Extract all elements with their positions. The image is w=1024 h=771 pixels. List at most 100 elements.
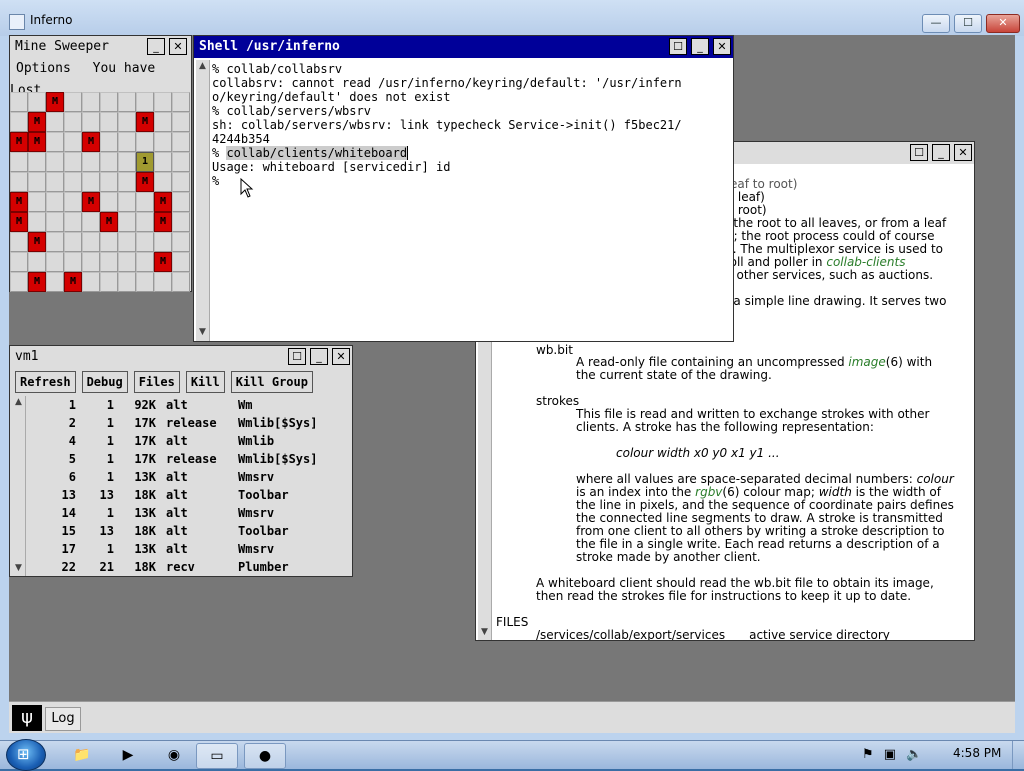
- mine-cell[interactable]: M: [10, 212, 28, 232]
- empty-cell[interactable]: [82, 272, 100, 292]
- table-row[interactable]: 14 1 13K alt Wmsrv: [40, 504, 358, 522]
- empty-cell[interactable]: [136, 232, 154, 252]
- empty-cell[interactable]: [154, 272, 172, 292]
- mine-cell[interactable]: M: [10, 192, 28, 212]
- mine-cell[interactable]: M: [28, 232, 46, 252]
- empty-cell[interactable]: [172, 212, 190, 232]
- empty-cell[interactable]: [82, 252, 100, 272]
- empty-cell[interactable]: [82, 232, 100, 252]
- close-icon[interactable]: ✕: [713, 38, 731, 55]
- empty-cell[interactable]: [154, 172, 172, 192]
- kill-group-button[interactable]: Kill Group: [230, 371, 313, 393]
- empty-cell[interactable]: [136, 212, 154, 232]
- empty-cell[interactable]: [154, 152, 172, 172]
- empty-cell[interactable]: [172, 172, 190, 192]
- empty-cell[interactable]: [82, 152, 100, 172]
- minimize-icon[interactable]: _: [691, 38, 709, 55]
- volume-icon[interactable]: 🔈: [906, 747, 922, 762]
- empty-cell[interactable]: [64, 192, 82, 212]
- explorer-taskbar-icon[interactable]: 📁: [62, 743, 102, 767]
- number-cell[interactable]: 1: [136, 152, 154, 172]
- empty-cell[interactable]: [172, 272, 190, 292]
- empty-cell[interactable]: [82, 212, 100, 232]
- minimize-icon[interactable]: _: [932, 144, 950, 161]
- maximize-icon[interactable]: ☐: [910, 144, 928, 161]
- empty-cell[interactable]: [136, 192, 154, 212]
- options-menu[interactable]: Options: [16, 61, 71, 76]
- table-row[interactable]: 5 1 17K release Wmlib[$Sys]: [40, 450, 358, 468]
- maximize-icon[interactable]: ☐: [288, 348, 306, 365]
- firefox-taskbar-icon[interactable]: ●: [244, 743, 286, 769]
- empty-cell[interactable]: [28, 192, 46, 212]
- table-row[interactable]: 1 1 92K alt Wm: [40, 396, 358, 414]
- empty-cell[interactable]: [154, 232, 172, 252]
- empty-cell[interactable]: [64, 112, 82, 132]
- refresh-button[interactable]: Refresh: [15, 371, 76, 393]
- empty-cell[interactable]: [10, 92, 28, 112]
- maximize-icon[interactable]: ☐: [669, 38, 687, 55]
- empty-cell[interactable]: [28, 212, 46, 232]
- minesweeper-window[interactable]: Mine Sweeper _ ✕ Options You have Lost M…: [9, 35, 192, 292]
- empty-cell[interactable]: [172, 132, 190, 152]
- empty-cell[interactable]: [118, 192, 136, 212]
- empty-cell[interactable]: [100, 112, 118, 132]
- empty-cell[interactable]: [64, 212, 82, 232]
- empty-cell[interactable]: [100, 252, 118, 272]
- empty-cell[interactable]: [64, 92, 82, 112]
- empty-cell[interactable]: [100, 272, 118, 292]
- debug-button[interactable]: Debug: [81, 371, 128, 393]
- empty-cell[interactable]: [118, 212, 136, 232]
- mine-cell[interactable]: M: [82, 192, 100, 212]
- empty-cell[interactable]: [82, 112, 100, 132]
- empty-cell[interactable]: [136, 272, 154, 292]
- close-icon[interactable]: ✕: [169, 38, 187, 55]
- minimize-button[interactable]: —: [922, 14, 950, 33]
- maximize-button[interactable]: ☐: [954, 14, 982, 33]
- empty-cell[interactable]: [64, 172, 82, 192]
- empty-cell[interactable]: [28, 172, 46, 192]
- empty-cell[interactable]: [118, 172, 136, 192]
- empty-cell[interactable]: [118, 152, 136, 172]
- host-titlebar[interactable]: Inferno — ☐ ✕: [0, 0, 1024, 36]
- scroll-up-icon[interactable]: ▲: [196, 60, 209, 73]
- mine-cell[interactable]: M: [100, 212, 118, 232]
- empty-cell[interactable]: [118, 132, 136, 152]
- empty-cell[interactable]: [64, 152, 82, 172]
- empty-cell[interactable]: [100, 232, 118, 252]
- image-link[interactable]: image: [848, 355, 885, 369]
- empty-cell[interactable]: [154, 132, 172, 152]
- empty-cell[interactable]: [46, 192, 64, 212]
- empty-cell[interactable]: [10, 272, 28, 292]
- mine-cell[interactable]: M: [154, 212, 172, 232]
- shell-prompt[interactable]: %: [212, 174, 732, 188]
- empty-cell[interactable]: [64, 132, 82, 152]
- empty-cell[interactable]: [10, 172, 28, 192]
- table-row[interactable]: 2 1 17K release Wmlib[$Sys]: [40, 414, 358, 432]
- minimize-icon[interactable]: _: [147, 38, 165, 55]
- mine-cell[interactable]: M: [136, 172, 154, 192]
- empty-cell[interactable]: [118, 92, 136, 112]
- empty-cell[interactable]: [100, 172, 118, 192]
- empty-cell[interactable]: [82, 172, 100, 192]
- empty-cell[interactable]: [172, 252, 190, 272]
- mine-cell[interactable]: M: [154, 252, 172, 272]
- table-row[interactable]: 22 21 18K recv Plumber: [40, 558, 358, 576]
- empty-cell[interactable]: [100, 152, 118, 172]
- empty-cell[interactable]: [136, 92, 154, 112]
- empty-cell[interactable]: [46, 232, 64, 252]
- close-icon[interactable]: ✕: [332, 348, 350, 365]
- empty-cell[interactable]: [64, 232, 82, 252]
- vm-window[interactable]: vm1 ☐ _ ✕ Refresh Debug Files Kill Kill …: [9, 345, 353, 577]
- shell-window[interactable]: Shell /usr/inferno ☐ _ ✕ ▲ ▼ % collab/co…: [193, 35, 734, 342]
- files-button[interactable]: Files: [133, 371, 180, 393]
- minefield-grid[interactable]: MMMMMM1MMMMMMMMMMM: [10, 92, 190, 292]
- empty-cell[interactable]: [154, 92, 172, 112]
- empty-cell[interactable]: [46, 212, 64, 232]
- table-row[interactable]: 15 13 18K alt Toolbar: [40, 522, 358, 540]
- empty-cell[interactable]: [136, 252, 154, 272]
- empty-cell[interactable]: [28, 92, 46, 112]
- scroll-down-icon[interactable]: ▼: [12, 562, 25, 575]
- mine-cell[interactable]: M: [136, 112, 154, 132]
- empty-cell[interactable]: [136, 132, 154, 152]
- empty-cell[interactable]: [154, 112, 172, 132]
